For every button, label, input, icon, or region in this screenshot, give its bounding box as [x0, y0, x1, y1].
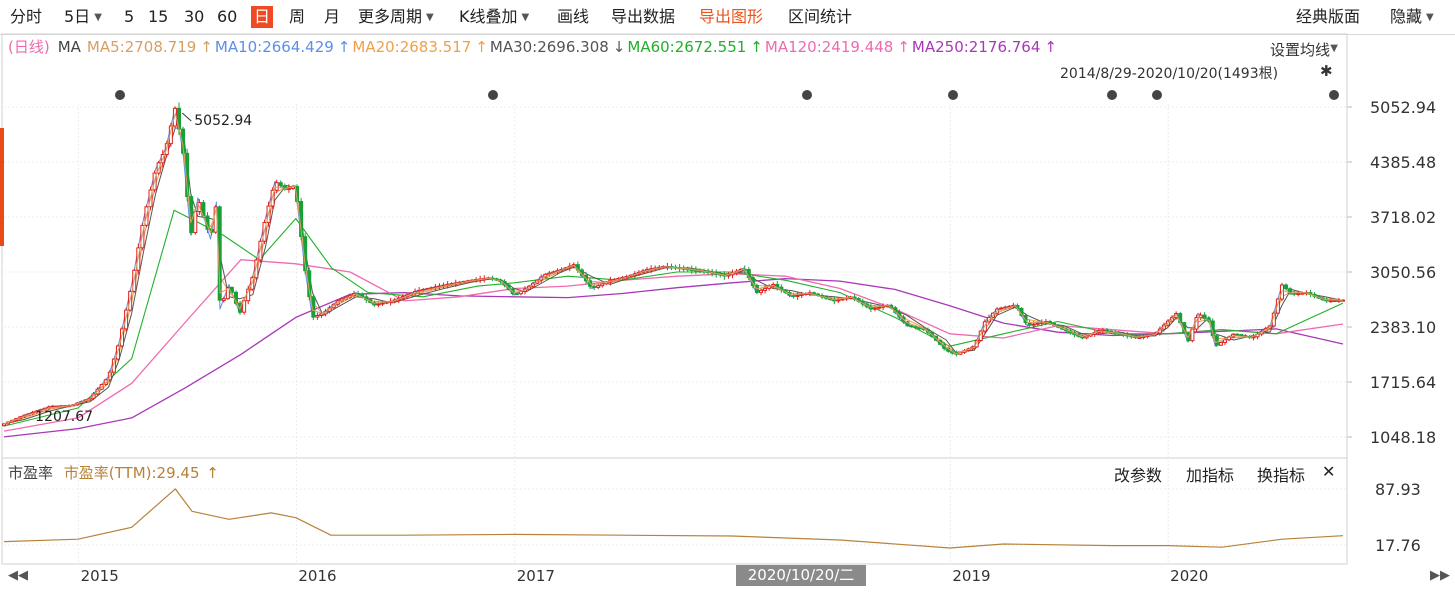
candle-body [274, 182, 279, 191]
candle-body [1284, 284, 1289, 290]
candle-body [1239, 334, 1244, 337]
event-marker-icon [948, 90, 958, 100]
peak-label: 5052.94 [194, 113, 252, 129]
side-marker [0, 128, 4, 246]
y-tick-label: 1048.18 [1370, 428, 1436, 447]
candle-body [872, 307, 877, 310]
candle-body [286, 187, 291, 190]
close-icon[interactable]: ✕ [1322, 462, 1335, 481]
ma120-line [3, 259, 1344, 432]
y-tick-label: 5052.94 [1370, 98, 1436, 117]
cursor-date-label: 2020/10/20/二 [736, 565, 866, 586]
candle-body [600, 283, 605, 287]
candle-body [2, 423, 6, 427]
candle-body [1202, 314, 1207, 319]
candle-body [221, 298, 226, 301]
y-tick-label: 4385.48 [1370, 153, 1436, 172]
candle-body [1222, 339, 1227, 343]
candle-body [1198, 314, 1203, 319]
candle-body [514, 293, 519, 296]
event-marker-icon [802, 90, 812, 100]
pe-value: 市盈率(TTM):29.45 [63, 464, 200, 482]
candle-body [799, 293, 804, 296]
candle-body [1328, 300, 1333, 303]
ma60-line [3, 209, 1344, 427]
event-marker-icon [1329, 90, 1339, 100]
candle-body [795, 294, 800, 297]
candle-body [1296, 293, 1301, 296]
candlesticks [2, 102, 1345, 427]
add-indicator-button[interactable]: 加指标 [1186, 462, 1234, 486]
candle-body [1332, 299, 1337, 302]
candle-body [1104, 329, 1109, 332]
candle-body [1292, 292, 1297, 295]
pe-tick-label: 17.76 [1375, 536, 1421, 555]
x-tick-label: 2017 [516, 567, 555, 585]
candle-body [1035, 322, 1040, 325]
peak-pointer [181, 112, 192, 122]
candle-body [763, 287, 768, 291]
candle-body [1218, 341, 1223, 346]
x-tick-label: 2020 [1170, 567, 1209, 585]
x-tick-label: 2016 [298, 567, 337, 585]
price-panel-frame [1, 33, 1348, 459]
event-marker-icon [1107, 90, 1117, 100]
event-marker-icon [115, 90, 125, 100]
ma30-line [3, 127, 1344, 425]
x-tick-label: 2015 [80, 567, 119, 585]
pe-panel-label: 市盈率 市盈率(TTM):29.45 ↑ [8, 462, 219, 483]
y-tick-label: 1715.64 [1370, 373, 1436, 392]
candle-body [759, 289, 764, 293]
pe-tick-label: 87.93 [1375, 480, 1421, 499]
scroll-right-icon[interactable]: ▶▶ [1430, 568, 1450, 583]
candle-body [791, 294, 796, 297]
candle-body [592, 285, 597, 288]
candle-body [1214, 335, 1219, 346]
pe-indicator-name: 市盈率 [8, 464, 54, 482]
y-tick-label: 3718.02 [1370, 208, 1436, 227]
scroll-left-icon[interactable]: ◀◀ [8, 568, 28, 583]
pe-arrow: ↑ [206, 464, 219, 482]
candle-body [380, 302, 385, 305]
candle-body [836, 299, 841, 302]
event-marker-icon [488, 90, 498, 100]
stock-chart[interactable]: 5052.94 4385.48 3718.02 3050.56 2383.10 1715.… [0, 0, 1455, 592]
low-label: 1207.67 [35, 409, 93, 425]
candle-body [376, 303, 381, 306]
time-scrollbar[interactable] [0, 564, 1455, 592]
candle-body [1235, 333, 1240, 336]
y-tick-label: 2383.10 [1370, 318, 1436, 337]
candle-body [315, 314, 320, 318]
switch-indicator-button[interactable]: 换指标 [1257, 462, 1305, 486]
candle-body [1084, 335, 1089, 339]
ma5-line [3, 112, 1344, 425]
change-params-button[interactable]: 改参数 [1114, 462, 1162, 486]
ma250-line [3, 277, 1344, 438]
event-marker-icon [1152, 90, 1162, 100]
pe-line [3, 488, 1344, 549]
candle-body [913, 326, 918, 329]
candle-body [596, 285, 601, 288]
candle-body [909, 325, 914, 328]
candle-body [1031, 323, 1036, 326]
candle-body [278, 182, 283, 187]
x-tick-label: 2019 [952, 567, 991, 585]
y-tick-label: 3050.56 [1370, 263, 1436, 282]
candle-body [877, 306, 882, 309]
